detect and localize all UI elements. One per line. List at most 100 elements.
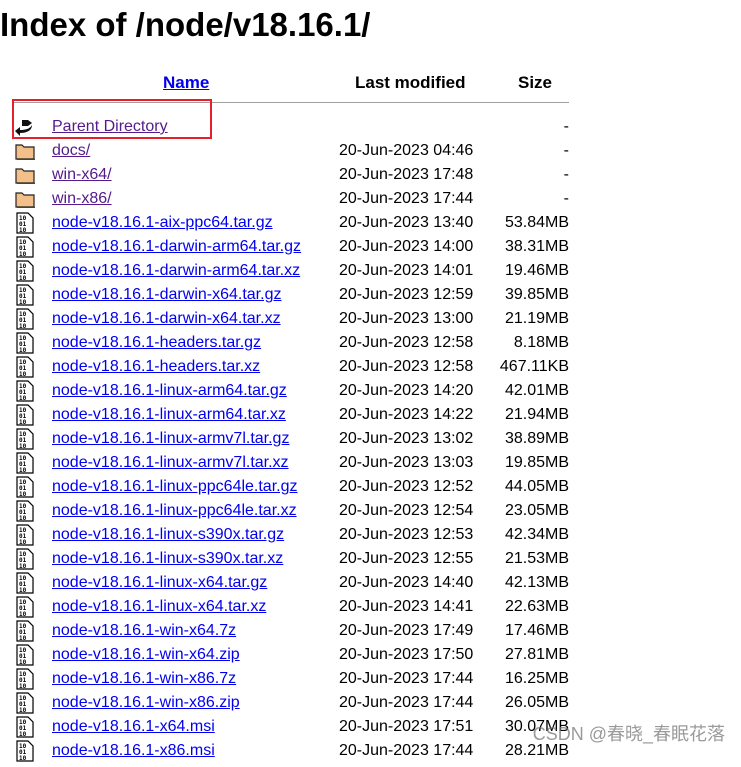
file-link[interactable]: node-v18.16.1-win-x86.zip [52, 694, 240, 712]
file-size: - [563, 190, 569, 207]
table-row: 10 01 10 node-v18.16.1-linux-x64.tar.gz 20-J… [0, 572, 741, 596]
table-row: 10 01 10 node-v18.16.1-darwin-x64.tar.gz 20-… [0, 284, 741, 308]
binary-file-icon: 10 01 10 [14, 404, 36, 426]
highlight-box [12, 99, 212, 139]
table-row: win-x64/20-Jun-2023 17:48 - [0, 164, 741, 188]
file-link[interactable]: docs/ [52, 142, 90, 160]
table-row: 10 01 10 node-v18.16.1-linux-s390x.tar.xz 20… [0, 548, 741, 572]
svg-text:10: 10 [19, 731, 27, 738]
file-size: 22.63MB [504, 598, 569, 615]
svg-text:10: 10 [19, 539, 27, 546]
file-size: - [563, 166, 569, 183]
last-modified: 20-Jun-2023 17:49 [339, 622, 474, 639]
file-link[interactable]: node-v18.16.1-headers.tar.gz [52, 334, 261, 352]
folder-icon [14, 140, 36, 162]
file-link[interactable]: node-v18.16.1-linux-arm64.tar.xz [52, 406, 286, 424]
svg-text:10: 10 [19, 491, 27, 498]
file-link[interactable]: node-v18.16.1-linux-ppc64le.tar.gz [52, 478, 298, 496]
binary-file-icon: 10 01 10 [14, 356, 36, 378]
file-link[interactable]: node-v18.16.1-aix-ppc64.tar.gz [52, 214, 273, 232]
file-size: 19.85MB [504, 454, 569, 471]
svg-text:10: 10 [19, 323, 27, 330]
file-size: - [563, 142, 569, 159]
table-row: 10 01 10 node-v18.16.1-darwin-x64.tar.xz 20-… [0, 308, 741, 332]
column-header-name[interactable]: Name [163, 73, 209, 93]
table-row: 10 01 10 node-v18.16.1-linux-armv7l.tar.xz 2… [0, 452, 741, 476]
file-link[interactable]: win-x64/ [52, 166, 112, 184]
svg-text:10: 10 [19, 419, 27, 426]
file-size: 16.25MB [504, 670, 569, 687]
table-row: 10 01 10 node-v18.16.1-linux-arm64.tar.gz 20… [0, 380, 741, 404]
file-size: 38.31MB [504, 238, 569, 255]
file-size: 21.94MB [504, 406, 569, 423]
svg-text:10: 10 [19, 443, 27, 450]
table-row: docs/20-Jun-2023 04:46 - [0, 140, 741, 164]
file-link[interactable]: node-v18.16.1-darwin-x64.tar.gz [52, 286, 281, 304]
file-link[interactable]: node-v18.16.1-x86.msi [52, 742, 215, 760]
file-link[interactable]: node-v18.16.1-headers.tar.xz [52, 358, 260, 376]
file-link[interactable]: node-v18.16.1-darwin-arm64.tar.xz [52, 262, 300, 280]
last-modified: 20-Jun-2023 12:52 [339, 478, 474, 495]
file-link[interactable]: node-v18.16.1-darwin-arm64.tar.gz [52, 238, 301, 256]
file-link[interactable]: node-v18.16.1-win-x86.7z [52, 670, 236, 688]
file-size: 17.46MB [504, 622, 569, 639]
last-modified: 20-Jun-2023 14:20 [339, 382, 474, 399]
svg-text:10: 10 [19, 611, 27, 618]
binary-file-icon: 10 01 10 [14, 524, 36, 546]
svg-text:10: 10 [19, 659, 27, 666]
folder-icon [14, 164, 36, 186]
file-size: 27.81MB [504, 646, 569, 663]
binary-file-icon: 10 01 10 [14, 284, 36, 306]
last-modified: 20-Jun-2023 12:59 [339, 286, 474, 303]
svg-text:10: 10 [19, 635, 27, 642]
last-modified: 20-Jun-2023 12:58 [339, 334, 474, 351]
binary-file-icon: 10 01 10 [14, 572, 36, 594]
file-link[interactable]: node-v18.16.1-linux-x64.tar.xz [52, 598, 266, 616]
file-size: 44.05MB [504, 478, 569, 495]
file-link[interactable]: node-v18.16.1-linux-armv7l.tar.xz [52, 454, 289, 472]
file-size: 23.05MB [504, 502, 569, 519]
file-size: 53.84MB [504, 214, 569, 231]
last-modified: 20-Jun-2023 17:50 [339, 646, 474, 663]
file-link[interactable]: win-x86/ [52, 190, 112, 208]
last-modified: 20-Jun-2023 12:54 [339, 502, 474, 519]
column-header-modified[interactable]: Last modified [355, 73, 466, 93]
table-row: 10 01 10 node-v18.16.1-linux-ppc64le.tar.gz… [0, 476, 741, 500]
binary-file-icon: 10 01 10 [14, 692, 36, 714]
binary-file-icon: 10 01 10 [14, 308, 36, 330]
file-link[interactable]: node-v18.16.1-linux-s390x.tar.gz [52, 526, 284, 544]
file-link[interactable]: node-v18.16.1-darwin-x64.tar.xz [52, 310, 281, 328]
svg-text:10: 10 [19, 395, 27, 402]
last-modified: 20-Jun-2023 13:03 [339, 454, 474, 471]
binary-file-icon: 10 01 10 [14, 332, 36, 354]
file-link[interactable]: node-v18.16.1-linux-armv7l.tar.gz [52, 430, 289, 448]
svg-text:10: 10 [19, 563, 27, 570]
file-size: - [563, 118, 569, 135]
last-modified: 20-Jun-2023 17:51 [339, 718, 474, 735]
file-link[interactable]: node-v18.16.1-linux-x64.tar.gz [52, 574, 267, 592]
file-link[interactable]: node-v18.16.1-win-x64.zip [52, 646, 240, 664]
file-link[interactable]: node-v18.16.1-linux-s390x.tar.xz [52, 550, 283, 568]
table-row: 10 01 10 node-v18.16.1-win-x64.7z 20-Jun-202… [0, 620, 741, 644]
last-modified: 20-Jun-2023 17:44 [339, 670, 474, 687]
file-link[interactable]: node-v18.16.1-linux-ppc64le.tar.xz [52, 502, 297, 520]
file-link[interactable]: node-v18.16.1-x64.msi [52, 718, 215, 736]
table-row: 10 01 10 node-v18.16.1-linux-armv7l.tar.gz 2… [0, 428, 741, 452]
file-size: 8.18MB [513, 334, 569, 351]
binary-file-icon: 10 01 10 [14, 236, 36, 258]
binary-file-icon: 10 01 10 [14, 668, 36, 690]
last-modified: 20-Jun-2023 14:00 [339, 238, 474, 255]
file-link[interactable]: node-v18.16.1-win-x64.7z [52, 622, 236, 640]
page-title: Index of /node/v18.16.1/ [0, 6, 371, 43]
table-row: 10 01 10 node-v18.16.1-win-x86.zip 20-Jun-20… [0, 692, 741, 716]
sort-by-name-link[interactable]: Name [163, 73, 209, 92]
column-header-size[interactable]: Size [518, 73, 552, 93]
file-link[interactable]: node-v18.16.1-linux-arm64.tar.gz [52, 382, 287, 400]
last-modified: 20-Jun-2023 13:00 [339, 310, 474, 327]
svg-text:10: 10 [19, 227, 27, 234]
svg-text:10: 10 [19, 587, 27, 594]
binary-file-icon: 10 01 10 [14, 740, 36, 762]
binary-file-icon: 10 01 10 [14, 596, 36, 618]
svg-text:10: 10 [19, 371, 27, 378]
binary-file-icon: 10 01 10 [14, 716, 36, 738]
